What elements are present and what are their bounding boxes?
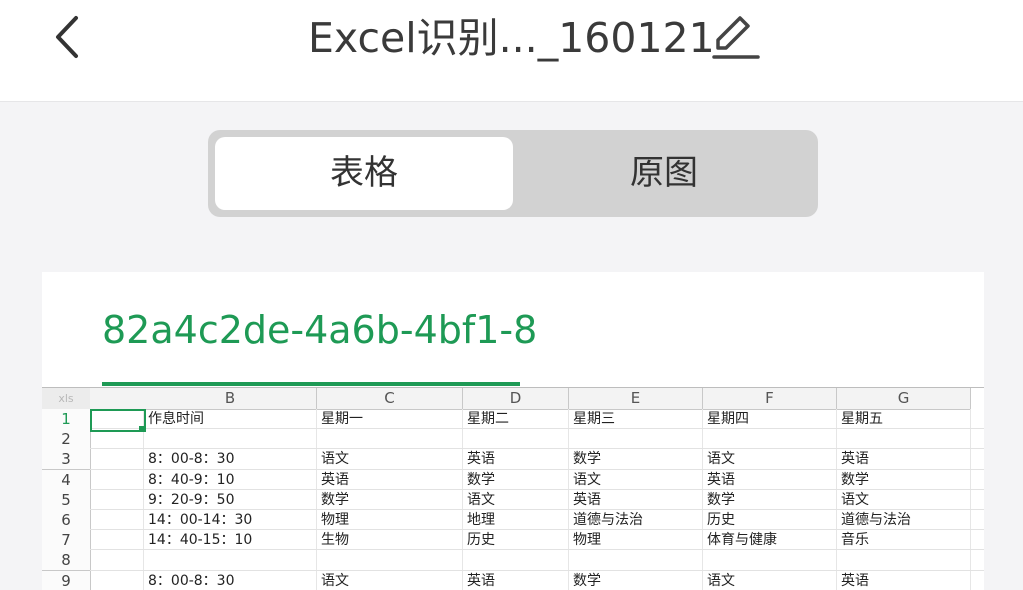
spreadsheet-card: 82a4c2de-4a6b-4bf1-8 xls BCDEFG 12345678… <box>42 272 984 590</box>
tab-table[interactable]: 表格 <box>215 137 513 210</box>
table-cell[interactable]: 语文 <box>837 490 969 510</box>
table-cell[interactable]: 生物 <box>317 530 461 550</box>
table-cell[interactable]: 8：00-8：30 <box>144 449 315 469</box>
sheet-tab[interactable]: 82a4c2de-4a6b-4bf1-8 <box>102 305 537 355</box>
table-cell[interactable]: 数学 <box>317 490 461 510</box>
row-header[interactable]: 9 <box>42 570 91 590</box>
table-cell[interactable]: 英语 <box>837 571 969 590</box>
row-header[interactable]: 3 <box>42 449 91 471</box>
table-cell[interactable]: 地理 <box>463 510 567 530</box>
pencil-icon <box>712 16 760 59</box>
table-cell[interactable]: 道德与法治 <box>569 510 701 530</box>
back-button[interactable] <box>48 14 88 60</box>
table-cell[interactable]: 英语 <box>463 449 567 469</box>
edit-title-button[interactable] <box>710 12 762 60</box>
table-cell[interactable] <box>317 429 461 449</box>
table-cell[interactable]: 语文 <box>703 449 835 469</box>
row-header[interactable]: 6 <box>42 510 91 531</box>
table-cell[interactable]: 8：00-8：30 <box>144 571 315 590</box>
table-cell[interactable] <box>463 429 567 449</box>
table-cell[interactable]: 语文 <box>463 490 567 510</box>
row-header[interactable]: 8 <box>42 550 91 572</box>
table-cell[interactable] <box>703 429 835 449</box>
select-all-corner[interactable]: xls <box>42 388 91 410</box>
table-cell[interactable]: 数学 <box>569 571 701 590</box>
table-cell[interactable]: 星期五 <box>837 409 969 429</box>
table-cell[interactable]: 8：40-9：10 <box>144 470 315 490</box>
table-cell[interactable]: 英语 <box>569 490 701 510</box>
table-cell[interactable]: 道德与法治 <box>837 510 969 530</box>
table-cell[interactable]: 英语 <box>317 470 461 490</box>
table-cell[interactable]: 星期三 <box>569 409 701 429</box>
tab-original-image[interactable]: 原图 <box>515 137 813 210</box>
table-cell[interactable]: 物理 <box>317 510 461 530</box>
table-cell[interactable] <box>703 550 835 570</box>
fill-handle[interactable] <box>139 426 144 431</box>
table-cell[interactable]: 体育与健康 <box>703 530 835 550</box>
table-cell[interactable]: 历史 <box>703 510 835 530</box>
row-header[interactable]: 5 <box>42 489 91 511</box>
column-header-b[interactable]: B <box>144 388 317 410</box>
table-cell[interactable]: 英语 <box>703 470 835 490</box>
column-header-f[interactable]: F <box>703 388 837 410</box>
table-cell[interactable]: 14：40-15：10 <box>144 530 315 550</box>
table-cell[interactable]: 音乐 <box>837 530 969 550</box>
table-cell[interactable] <box>144 429 315 449</box>
column-header-g[interactable]: G <box>837 388 971 410</box>
table-cell[interactable]: 语文 <box>569 470 701 490</box>
table-cell[interactable]: 星期四 <box>703 409 835 429</box>
table-cell[interactable] <box>569 429 701 449</box>
column-header-c[interactable]: C <box>317 388 463 410</box>
top-bar: Excel识别..._160121 <box>0 0 1023 102</box>
row-header[interactable]: 2 <box>42 429 91 451</box>
table-cell[interactable] <box>837 429 969 449</box>
table-cell[interactable]: 语文 <box>703 571 835 590</box>
sheet-tab-indicator <box>102 382 520 386</box>
table-cell[interactable]: 物理 <box>569 530 701 550</box>
row-header[interactable]: 7 <box>42 530 91 552</box>
row-header[interactable]: 4 <box>42 469 91 491</box>
column-header-e[interactable]: E <box>569 388 703 410</box>
table-cell[interactable]: 语文 <box>317 571 461 590</box>
spreadsheet-grid[interactable]: xls BCDEFG 123456789 作息时间 星期一 星期二 星期三 星期四 星期五… <box>42 387 984 590</box>
column-header-a[interactable] <box>90 388 145 410</box>
table-cell[interactable]: 英语 <box>463 571 567 590</box>
table-cell[interactable]: 数学 <box>837 470 969 490</box>
table-cell[interactable]: 作息时间 <box>144 409 315 429</box>
table-cell[interactable]: 星期一 <box>317 409 461 429</box>
column-gridline <box>970 409 971 590</box>
view-toggle: 表格 原图 <box>208 130 818 217</box>
selected-cell-a1[interactable] <box>90 409 146 432</box>
column-header-d[interactable]: D <box>463 388 569 410</box>
chevron-left-icon <box>56 16 78 58</box>
table-cell[interactable]: 数学 <box>463 470 567 490</box>
table-cell[interactable]: 历史 <box>463 530 567 550</box>
table-cell[interactable] <box>144 550 315 570</box>
table-cell[interactable] <box>317 550 461 570</box>
table-cell[interactable]: 英语 <box>837 449 969 469</box>
table-cell[interactable]: 语文 <box>317 449 461 469</box>
table-cell[interactable] <box>463 550 567 570</box>
row-header[interactable]: 1 <box>42 409 91 430</box>
table-cell[interactable] <box>837 550 969 570</box>
table-cell[interactable] <box>569 550 701 570</box>
table-cell[interactable]: 数学 <box>569 449 701 469</box>
table-cell[interactable]: 数学 <box>703 490 835 510</box>
table-cell[interactable]: 星期二 <box>463 409 567 429</box>
table-cell[interactable]: 14：00-14：30 <box>144 510 315 530</box>
table-cell[interactable]: 9：20-9：50 <box>144 490 315 510</box>
page-title: Excel识别..._160121 <box>308 14 715 62</box>
